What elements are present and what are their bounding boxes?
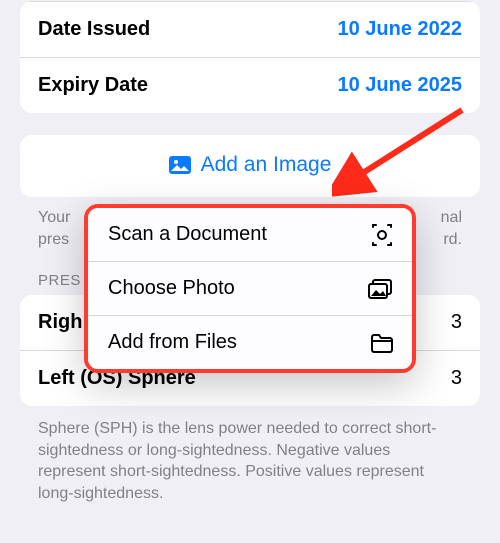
expiry-date-label: Expiry Date xyxy=(38,74,148,97)
expiry-date-row[interactable]: Expiry Date 10 June 2025 xyxy=(20,57,480,113)
photos-icon xyxy=(368,279,394,299)
add-image-button[interactable]: Add an Image xyxy=(20,135,480,197)
date-issued-label: Date Issued xyxy=(38,18,150,41)
scan-document-label: Scan a Document xyxy=(108,223,267,246)
expiry-date-value[interactable]: 10 June 2025 xyxy=(337,74,462,97)
date-fields-card: Date Issued 10 June 2022 Expiry Date 10 … xyxy=(20,1,480,113)
date-issued-row[interactable]: Date Issued 10 June 2022 xyxy=(20,1,480,57)
right-sphere-value: 3 xyxy=(451,311,462,334)
sphere-explanation: Sphere (SPH) is the lens power needed to… xyxy=(38,418,462,504)
add-image-label: Add an Image xyxy=(201,153,332,177)
right-sphere-label: Righ xyxy=(38,311,82,334)
add-image-popover: Scan a Document Choose Photo Add from Fi… xyxy=(84,204,416,373)
choose-photo-option[interactable]: Choose Photo xyxy=(88,261,412,315)
choose-photo-label: Choose Photo xyxy=(108,277,235,300)
folder-icon xyxy=(370,333,394,353)
scan-document-icon xyxy=(370,224,394,246)
date-issued-value[interactable]: 10 June 2022 xyxy=(337,18,462,41)
scan-document-option[interactable]: Scan a Document xyxy=(88,208,412,261)
add-from-files-label: Add from Files xyxy=(108,331,237,354)
image-icon xyxy=(169,156,191,174)
add-from-files-option[interactable]: Add from Files xyxy=(88,315,412,369)
left-sphere-value: 3 xyxy=(451,367,462,390)
